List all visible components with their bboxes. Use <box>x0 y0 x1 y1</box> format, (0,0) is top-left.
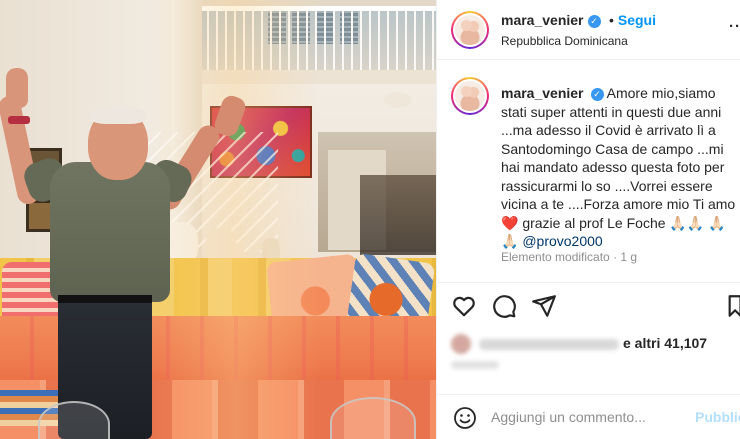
post-caption: mara_venier ✓ Amore mio,siamo stati super… <box>501 84 739 251</box>
verified-badge-icon: ✓ <box>590 88 604 101</box>
photo-man-hair <box>90 106 146 124</box>
photo-man-belt <box>58 295 152 303</box>
comment-bubble-icon[interactable] <box>491 293 517 319</box>
more-options-icon[interactable]: ·· <box>729 18 740 35</box>
post-header: mara_venier ✓ • Segui Repubblica Dominican… <box>437 0 740 60</box>
like-heart-icon[interactable] <box>451 293 477 319</box>
save-bookmark-icon[interactable] <box>727 293 740 319</box>
edited-text: Elemento modificato <box>501 250 610 264</box>
avatar[interactable] <box>451 11 489 49</box>
edited-label: Elemento modificato · 1 g <box>501 250 637 264</box>
photo-sunlight <box>150 0 320 439</box>
post-photo[interactable] <box>0 0 436 439</box>
avatar-ring <box>453 79 487 113</box>
edited-time: · 1 g <box>613 250 638 264</box>
photo-ceiling-lamp <box>384 92 412 108</box>
comment-input[interactable]: Aggiungi un commento... <box>491 409 646 425</box>
location-link[interactable]: Repubblica Dominicana <box>501 34 628 48</box>
header-user-line: mara_venier ✓ • Segui <box>501 12 656 30</box>
header-separator: • <box>608 12 614 28</box>
caption-block: mara_venier ✓ Amore mio,siamo stati super… <box>437 60 740 282</box>
caption-mention-link[interactable]: @provo2000 <box>522 233 602 249</box>
liker-name <box>479 339 619 350</box>
photo-dining-room <box>360 175 436 255</box>
avatar-image <box>455 81 485 111</box>
caption-avatar[interactable] <box>451 77 489 115</box>
emoji-smile-icon[interactable] <box>453 406 477 430</box>
post-date <box>451 361 499 369</box>
avatar-ring <box>453 13 487 47</box>
share-send-icon[interactable] <box>531 293 557 319</box>
photo-wine-glass <box>330 397 416 439</box>
avatar-image <box>455 15 485 45</box>
header-username[interactable]: mara_venier <box>501 12 584 28</box>
post-comment-button[interactable]: Pubblica <box>695 409 740 425</box>
post-side-panel: mara_venier ✓ • Segui Repubblica Dominican… <box>436 0 740 439</box>
photo-wristband <box>8 116 30 124</box>
caption-text: Amore mio,siamo stati super attenti in q… <box>501 85 736 249</box>
action-bar <box>437 282 740 326</box>
photo-man-shirt <box>50 162 170 302</box>
photo-man-hand <box>6 68 28 108</box>
verified-badge-icon: ✓ <box>587 15 601 28</box>
likes-count[interactable]: e altri 41,107 <box>623 335 707 351</box>
caption-username[interactable]: mara_venier <box>501 85 584 101</box>
photo-wine-glass <box>38 401 110 439</box>
follow-button[interactable]: Segui <box>618 12 656 28</box>
comment-bar: Aggiungi un commento... Pubblica <box>437 394 740 439</box>
likes-summary[interactable]: e altri 41,107 <box>451 334 740 354</box>
liker-avatar <box>451 334 471 354</box>
